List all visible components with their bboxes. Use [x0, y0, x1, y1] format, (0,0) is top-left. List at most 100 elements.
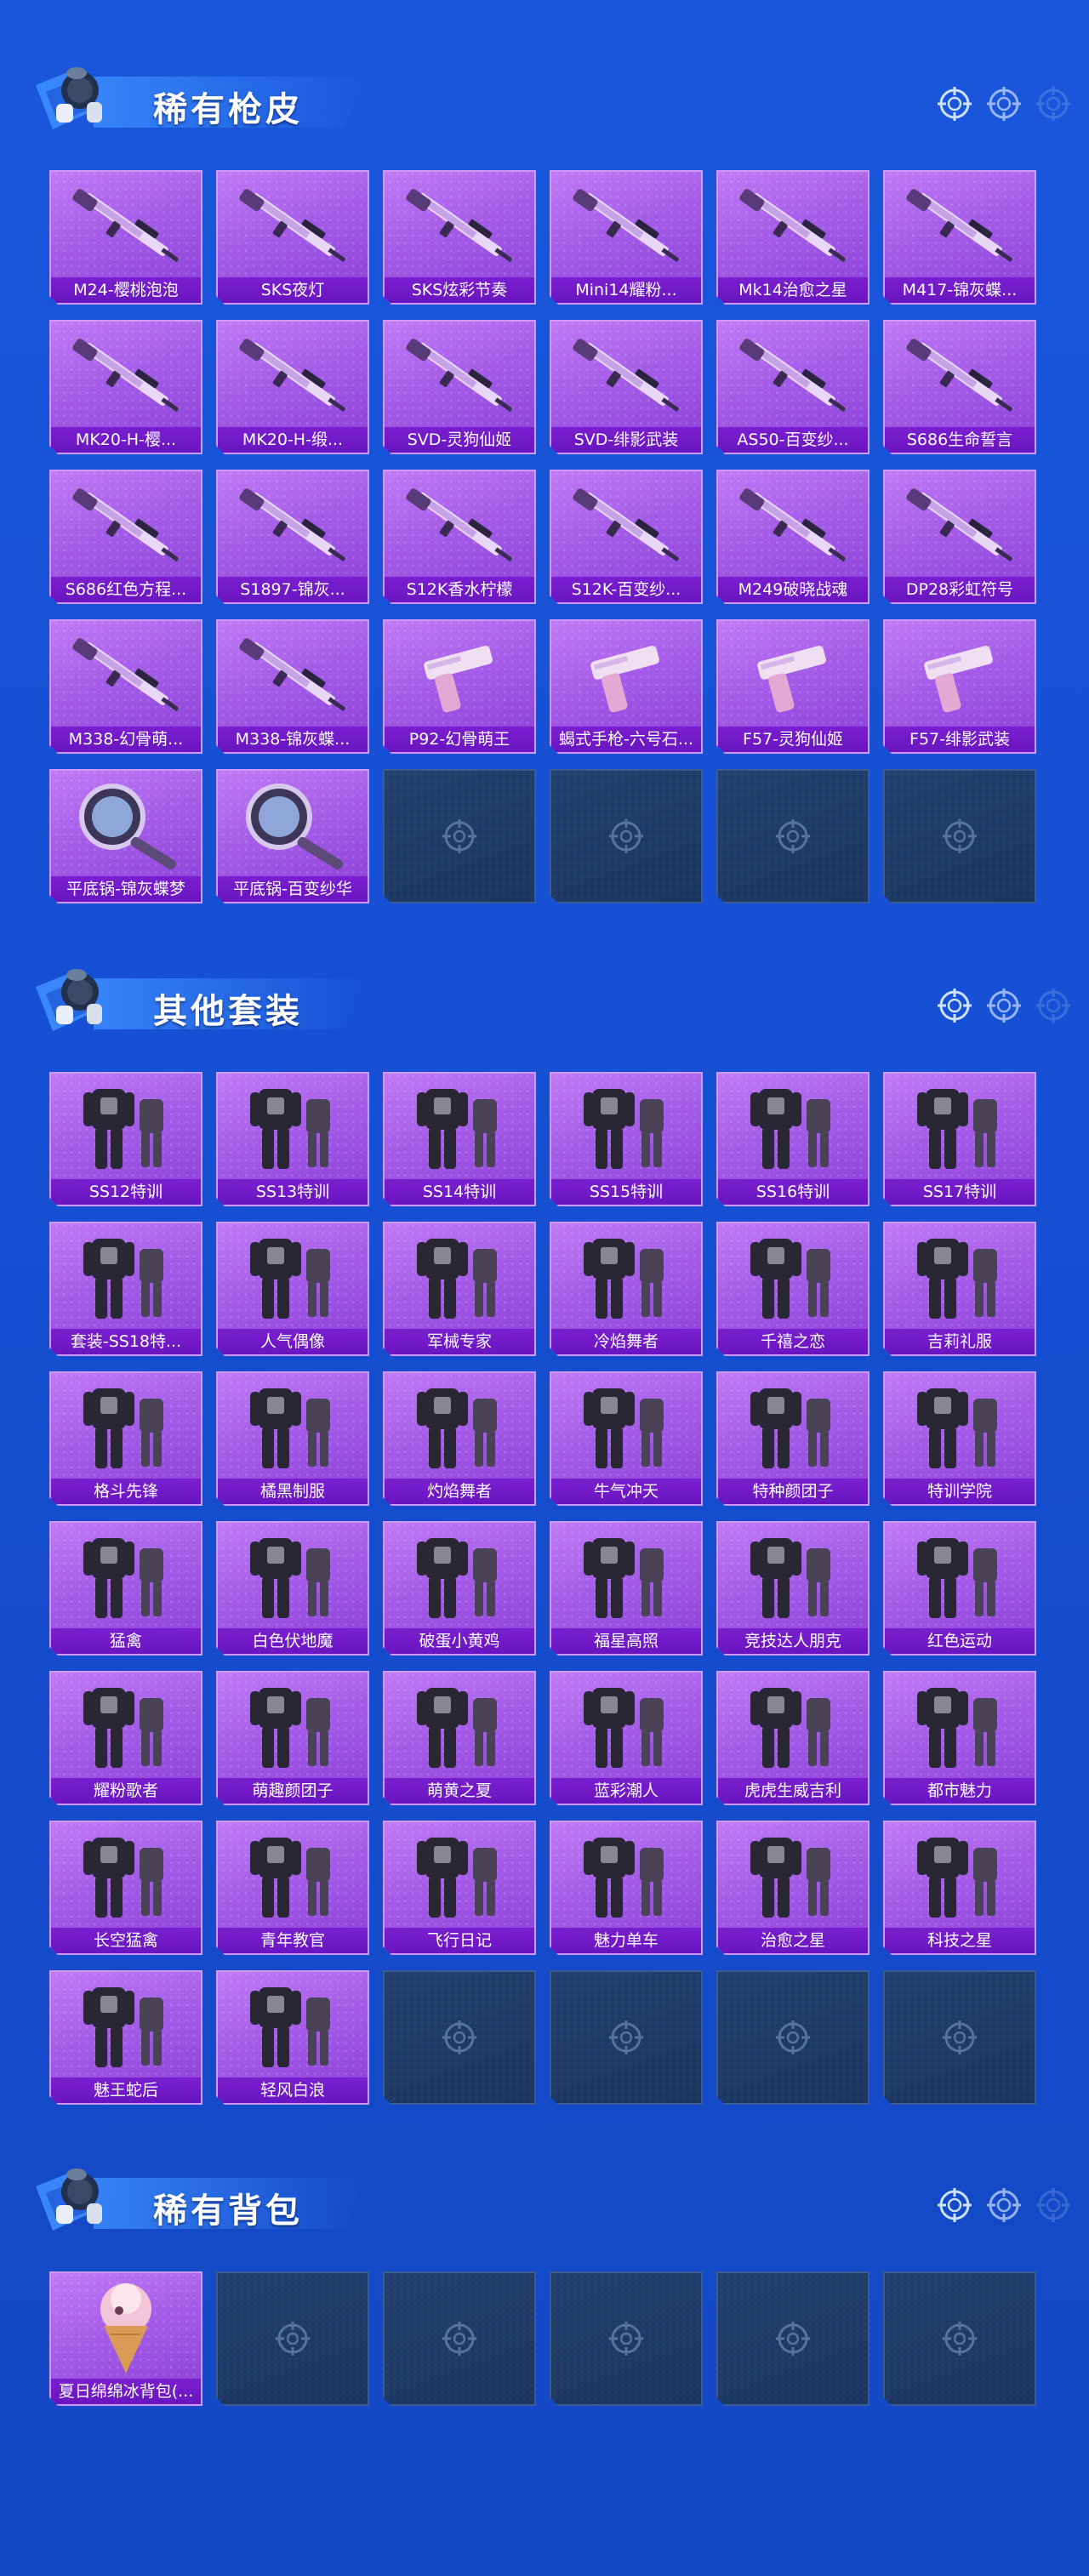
item-card[interactable]: M24-樱桃泡泡: [49, 170, 202, 305]
crosshair-icon: [936, 85, 973, 123]
item-card[interactable]: S1897-锦灰...: [216, 470, 369, 604]
item-label: 虎虎生威吉利: [718, 1778, 868, 1804]
item-card[interactable]: 青年教官: [216, 1821, 369, 1955]
item-card[interactable]: 冷焰舞者: [550, 1222, 703, 1356]
item-label: S12K-百变纱...: [551, 577, 701, 602]
item-card[interactable]: 牛气冲天: [550, 1371, 703, 1506]
item-card[interactable]: 耀粉歌者: [49, 1671, 202, 1805]
item-card[interactable]: 萌黄之夏: [383, 1671, 536, 1805]
item-card[interactable]: 白色伏地魔: [216, 1521, 369, 1656]
item-card[interactable]: SS16特训: [716, 1072, 869, 1206]
item-card[interactable]: SVD-灵狗仙姬: [383, 320, 536, 454]
item-card[interactable]: DP28彩虹符号: [883, 470, 1036, 604]
item-card[interactable]: 套装-SS18特...: [49, 1222, 202, 1356]
item-label: 蓝彩潮人: [551, 1778, 701, 1804]
item-card[interactable]: P92-幻骨萌王: [383, 619, 536, 754]
item-label: 灼焰舞者: [385, 1479, 534, 1504]
crosshair-icon: [936, 987, 973, 1024]
crosshair-icon: [985, 987, 1023, 1024]
item-card[interactable]: SS17特训: [883, 1072, 1036, 1206]
item-card[interactable]: SS14特训: [383, 1072, 536, 1206]
item-card[interactable]: 虎虎生威吉利: [716, 1671, 869, 1805]
item-card[interactable]: 夏日绵绵冰背包(...: [49, 2271, 202, 2406]
item-card[interactable]: 长空猛禽: [49, 1821, 202, 1955]
empty-slot: [883, 769, 1036, 903]
helmet-emblem-icon: [27, 2152, 129, 2246]
item-card[interactable]: 猛禽: [49, 1521, 202, 1656]
item-card[interactable]: 特训学院: [883, 1371, 1036, 1506]
item-card[interactable]: F57-灵狗仙姬: [716, 619, 869, 754]
item-card[interactable]: 蝎式手枪-六号石...: [550, 619, 703, 754]
empty-slot: [883, 2271, 1036, 2406]
item-card[interactable]: 破蛋小黄鸡: [383, 1521, 536, 1656]
item-grid: 夏日绵绵冰背包(...: [49, 2271, 1036, 2406]
item-label: 吉莉礼服: [885, 1329, 1035, 1354]
item-card[interactable]: SS12特训: [49, 1072, 202, 1206]
item-card[interactable]: M249破晓战魂: [716, 470, 869, 604]
item-label: SS15特训: [551, 1179, 701, 1205]
empty-slot: [716, 2271, 869, 2406]
item-card[interactable]: 灼焰舞者: [383, 1371, 536, 1506]
item-card[interactable]: S686红色方程...: [49, 470, 202, 604]
item-label: M338-幻骨萌...: [51, 727, 201, 752]
item-label: SS12特训: [51, 1179, 201, 1205]
item-label: 橘黑制服: [218, 1479, 368, 1504]
item-card[interactable]: SVD-绯影武装: [550, 320, 703, 454]
item-card[interactable]: M338-幻骨萌...: [49, 619, 202, 754]
item-card[interactable]: AS50-百变纱...: [716, 320, 869, 454]
item-card[interactable]: 魅王蛇后: [49, 1970, 202, 2105]
item-card[interactable]: 都市魅力: [883, 1671, 1036, 1805]
item-card[interactable]: Mk14治愈之星: [716, 170, 869, 305]
section-2: 稀有背包 夏日绵绵冰背包(...: [0, 2152, 1089, 2246]
item-card[interactable]: SKS夜灯: [216, 170, 369, 305]
item-card[interactable]: S12K-百变纱...: [550, 470, 703, 604]
section-header: 稀有背包: [0, 2152, 1089, 2246]
item-card[interactable]: SKS炫彩节奏: [383, 170, 536, 305]
item-card[interactable]: 千禧之恋: [716, 1222, 869, 1356]
item-card[interactable]: 魅力单车: [550, 1821, 703, 1955]
item-card[interactable]: 飞行日记: [383, 1821, 536, 1955]
item-card[interactable]: SS13特训: [216, 1072, 369, 1206]
item-card[interactable]: 治愈之星: [716, 1821, 869, 1955]
item-card[interactable]: 格斗先锋: [49, 1371, 202, 1506]
item-card[interactable]: M338-锦灰蝶...: [216, 619, 369, 754]
item-grid: M24-樱桃泡泡 SKS夜灯 SKS炫彩节奏 Mini14耀粉... Mk14治…: [49, 170, 1036, 903]
crosshair-icon: [985, 85, 1023, 123]
crosshair-icon: [1035, 85, 1072, 123]
item-label: M338-锦灰蝶...: [218, 727, 368, 752]
item-card[interactable]: 平底锅-锦灰蝶梦: [49, 769, 202, 903]
section-1: 其他套装 SS12特训 SS13特训 SS14特训 SS15特训 SS16特训 …: [0, 953, 1089, 1046]
item-card[interactable]: 萌趣颜团子: [216, 1671, 369, 1805]
item-card[interactable]: 特种颜团子: [716, 1371, 869, 1506]
item-label: 牛气冲天: [551, 1479, 701, 1504]
item-card[interactable]: SS15特训: [550, 1072, 703, 1206]
item-card[interactable]: Mini14耀粉...: [550, 170, 703, 305]
item-label: 特种颜团子: [718, 1479, 868, 1504]
item-card[interactable]: 科技之星: [883, 1821, 1036, 1955]
item-card[interactable]: 人气偶像: [216, 1222, 369, 1356]
item-card[interactable]: F57-绯影武装: [883, 619, 1036, 754]
item-label: SS17特训: [885, 1179, 1035, 1205]
item-card[interactable]: MK20-H-樱...: [49, 320, 202, 454]
item-label: 套装-SS18特...: [51, 1329, 201, 1354]
item-card[interactable]: 福星高照: [550, 1521, 703, 1656]
item-card[interactable]: S12K香水柠檬: [383, 470, 536, 604]
item-card[interactable]: S686生命誓言: [883, 320, 1036, 454]
helmet-emblem-icon: [27, 953, 129, 1046]
item-label: SVD-灵狗仙姬: [385, 427, 534, 453]
item-card[interactable]: 军械专家: [383, 1222, 536, 1356]
empty-slot: [716, 1970, 869, 2105]
item-card[interactable]: 蓝彩潮人: [550, 1671, 703, 1805]
item-label: 千禧之恋: [718, 1329, 868, 1354]
item-label: P92-幻骨萌王: [385, 727, 534, 752]
item-label: 格斗先锋: [51, 1479, 201, 1504]
item-card[interactable]: MK20-H-缎...: [216, 320, 369, 454]
item-card[interactable]: 平底锅-百变纱华: [216, 769, 369, 903]
item-card[interactable]: M417-锦灰蝶...: [883, 170, 1036, 305]
item-label: 平底锅-锦灰蝶梦: [51, 876, 201, 902]
item-card[interactable]: 橘黑制服: [216, 1371, 369, 1506]
item-card[interactable]: 竞技达人朋克: [716, 1521, 869, 1656]
item-card[interactable]: 吉莉礼服: [883, 1222, 1036, 1356]
item-card[interactable]: 红色运动: [883, 1521, 1036, 1656]
item-card[interactable]: 轻风白浪: [216, 1970, 369, 2105]
